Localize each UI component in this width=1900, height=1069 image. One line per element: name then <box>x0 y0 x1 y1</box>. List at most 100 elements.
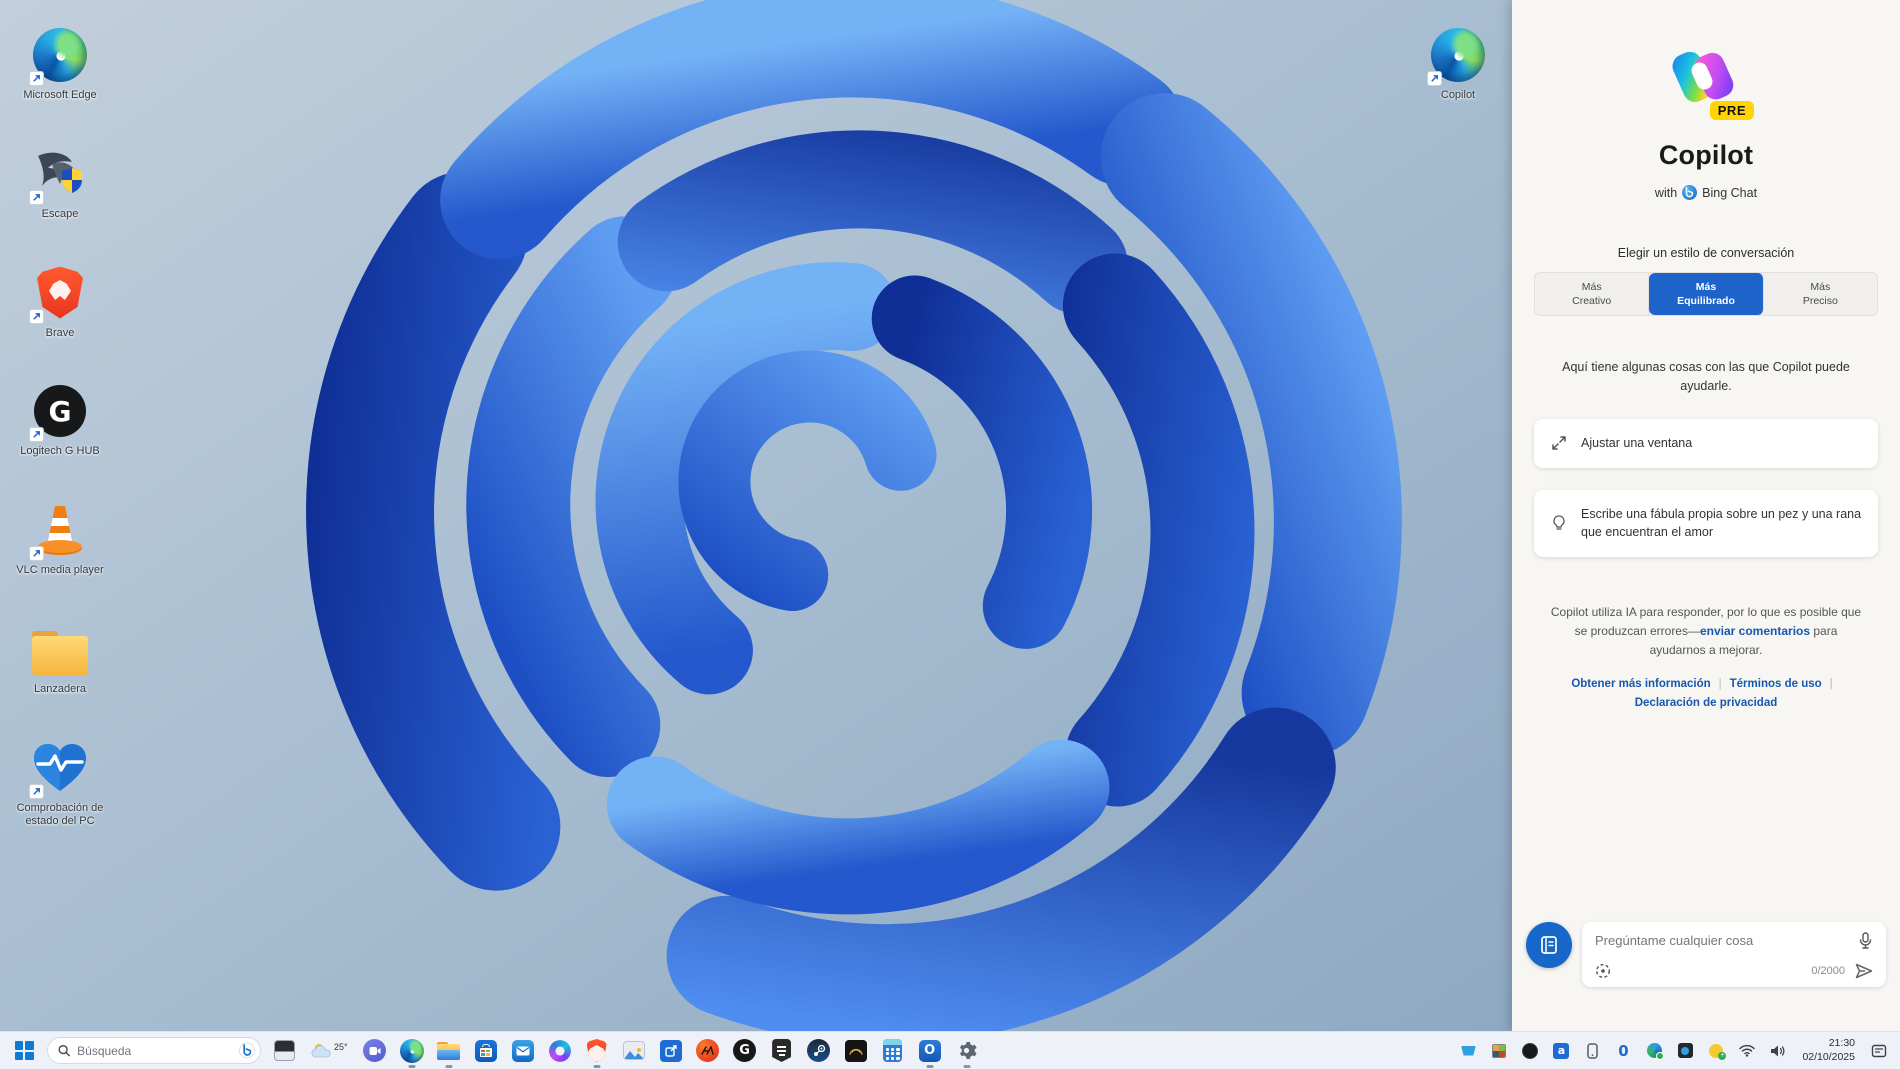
chat-input[interactable] <box>1595 933 1850 948</box>
screenshot-button[interactable] <box>1595 963 1611 979</box>
tray-app-zero[interactable]: 0 <box>1612 1039 1634 1063</box>
terms-of-use-link[interactable]: Términos de uso <box>1730 678 1822 690</box>
task-view-icon <box>273 1040 295 1061</box>
taskbar-chat[interactable] <box>361 1037 389 1065</box>
adjust-window-icon <box>1550 434 1568 452</box>
chat-icon <box>363 1039 387 1062</box>
gear-icon <box>960 1042 977 1059</box>
taskbar-ea-app[interactable] <box>694 1037 722 1065</box>
style-button-mas-creativo[interactable]: Más Creativo <box>1535 273 1650 315</box>
copilot-sidebar: PRE Copilot with Bing Chat Elegir un est… <box>1512 0 1900 1031</box>
send-icon <box>1855 963 1873 979</box>
tray-security[interactable] <box>1643 1039 1665 1063</box>
antivirus-icon: + <box>1709 1043 1727 1060</box>
desktop-icon-escape[interactable]: Escape <box>10 145 110 222</box>
capture-icon <box>1677 1043 1693 1058</box>
microphone-button[interactable] <box>1858 932 1873 949</box>
screen: Microsoft Edge Escape Brave G Logitech G… <box>0 0 1900 1069</box>
notification-center-button[interactable] <box>1868 1039 1890 1063</box>
taskbar-battle-net[interactable] <box>842 1037 870 1065</box>
battle-net-icon <box>844 1039 867 1062</box>
file-explorer-icon <box>437 1041 461 1060</box>
tray-ghub[interactable] <box>1519 1039 1541 1063</box>
shortcut-arrow-badge <box>29 427 44 443</box>
bing-icon <box>1682 185 1698 200</box>
copilot-subtitle: with Bing Chat <box>1655 185 1757 200</box>
copilot-title: Copilot <box>1658 140 1754 170</box>
copilot-logo: PRE <box>1666 40 1754 122</box>
taskbar-photos[interactable] <box>620 1037 648 1065</box>
tray-volume[interactable] <box>1767 1039 1789 1063</box>
desktop-icon-pc-health-check[interactable]: Comprobación de estado del PC <box>10 739 110 830</box>
taskbar-logitech-ghub[interactable]: G <box>731 1037 759 1065</box>
taskbar-clock[interactable]: 21:30 02/10/2025 <box>1798 1037 1859 1063</box>
phone-icon <box>1587 1042 1598 1059</box>
task-view-button[interactable] <box>270 1037 298 1065</box>
tray-antivirus[interactable]: + <box>1705 1039 1727 1063</box>
tray-gallery-app[interactable] <box>1488 1039 1510 1063</box>
send-feedback-link[interactable]: enviar comentarios <box>1700 624 1810 638</box>
taskbar-steam[interactable] <box>805 1037 833 1065</box>
logitech-g-icon <box>1522 1042 1539 1059</box>
privacy-statement-link[interactable]: Declaración de privacidad <box>1635 697 1778 709</box>
shortcut-app-icon <box>659 1039 682 1062</box>
taskbar-settings[interactable] <box>953 1037 981 1065</box>
desktop-icon-lanzadera-folder[interactable]: Lanzadera <box>10 620 110 697</box>
taskbar-microsoft-365[interactable] <box>546 1037 574 1065</box>
outlook-icon: O <box>918 1039 941 1062</box>
shortcut-arrow-badge <box>29 308 44 324</box>
style-button-mas-preciso[interactable]: Más Preciso <box>1764 273 1877 315</box>
taskbar-outlook[interactable]: O <box>916 1037 944 1065</box>
style-button-mas-equilibrado[interactable]: Más Equilibrado <box>1649 273 1764 315</box>
desktop-icon-label: Logitech G HUB <box>20 445 100 458</box>
suggestion-card-adjust-window[interactable]: Ajustar una ventana <box>1534 418 1878 468</box>
conversation-style-switcher: Más Creativo Más Equilibrado Más Preciso <box>1534 272 1878 316</box>
taskbar-microsoft-store[interactable] <box>472 1037 500 1065</box>
taskbar-shortcut-app[interactable] <box>657 1037 685 1065</box>
shortcut-arrow-badge <box>1427 71 1442 86</box>
divider: | <box>1829 677 1833 690</box>
screenshot-icon <box>1595 963 1611 979</box>
microphone-icon <box>1859 932 1872 949</box>
system-tray: a 0 + 21:30 02/10/2025 <box>1457 1037 1890 1063</box>
taskbar-edge[interactable] <box>398 1037 426 1065</box>
desktop-icon-brave[interactable]: Brave <box>10 264 110 341</box>
desktop-icon-logitech-ghub[interactable]: G Logitech G HUB <box>10 382 110 459</box>
desktop-icon-label: Copilot <box>1440 89 1476 101</box>
taskbar-brave[interactable] <box>583 1037 611 1065</box>
desktop-icon-vlc[interactable]: VLC media player <box>10 501 110 578</box>
taskbar-epic-games[interactable] <box>768 1037 796 1065</box>
shortcut-arrow-badge <box>29 546 44 561</box>
suggestion-card-fable[interactable]: Escribe una fábula propia sobre un pez y… <box>1534 489 1878 557</box>
desktop-icon-label: VLC media player <box>16 564 104 576</box>
search-input[interactable] <box>77 1043 233 1058</box>
steam-icon <box>807 1039 831 1062</box>
taskbar-mail[interactable] <box>509 1037 537 1065</box>
suggestion-label: Ajustar una ventana <box>1581 435 1693 450</box>
tray-app-a[interactable]: a <box>1550 1039 1572 1063</box>
notebook-button[interactable] <box>1526 922 1572 968</box>
tray-wifi[interactable] <box>1736 1039 1758 1063</box>
desktop-icon-column: Microsoft Edge Escape Brave G Logitech G… <box>10 26 110 829</box>
taskbar-file-explorer[interactable] <box>435 1037 463 1065</box>
epic-games-icon <box>772 1039 792 1062</box>
desktop-icon-copilot-shortcut[interactable]: Copilot <box>1408 26 1508 103</box>
cup-icon <box>1460 1045 1476 1056</box>
send-button[interactable] <box>1855 963 1873 979</box>
learn-more-link[interactable]: Obtener más información <box>1571 678 1710 690</box>
security-globe-icon <box>1646 1043 1664 1060</box>
taskbar-search[interactable] <box>47 1037 261 1064</box>
subtitle-with: with <box>1654 185 1678 200</box>
tray-cup-app[interactable] <box>1457 1039 1479 1063</box>
taskbar-calculator[interactable] <box>879 1037 907 1065</box>
weather-widget[interactable]: 25° <box>307 1040 352 1062</box>
wifi-icon <box>1739 1044 1756 1057</box>
desktop[interactable]: Microsoft Edge Escape Brave G Logitech G… <box>0 0 1512 1031</box>
desktop-icon-label: Comprobación de estado del PC <box>16 801 104 828</box>
tray-phone-link[interactable] <box>1581 1039 1603 1063</box>
start-button[interactable] <box>10 1037 38 1065</box>
tray-capture-app[interactable] <box>1674 1039 1696 1063</box>
desktop-icon-label: Lanzadera <box>34 682 86 695</box>
desktop-icon-microsoft-edge[interactable]: Microsoft Edge <box>10 26 110 103</box>
suggestion-label: Escribe una fábula propia sobre un pez y… <box>1581 506 1862 540</box>
